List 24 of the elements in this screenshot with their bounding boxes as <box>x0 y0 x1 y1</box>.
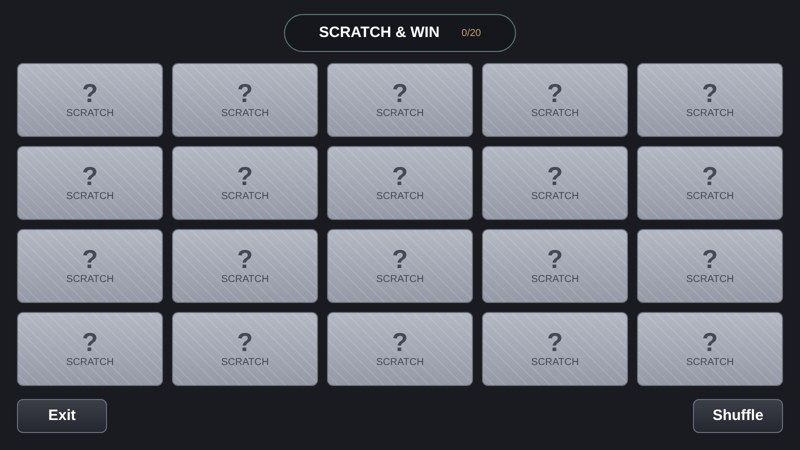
game-title: SCRATCH & WIN <box>318 22 440 43</box>
exit-button[interactable]: Exit <box>17 399 107 433</box>
scratch-card[interactable]: ? SCRATCH <box>637 229 783 303</box>
shuffle-button[interactable]: Shuffle <box>693 399 783 433</box>
scratch-card[interactable]: ? SCRATCH <box>327 312 473 386</box>
scratch-card[interactable]: ? SCRATCH <box>327 63 473 137</box>
scratch-card[interactable]: ? SCRATCH <box>17 63 163 137</box>
scratch-card[interactable]: ? SCRATCH <box>172 229 318 303</box>
scratch-card[interactable]: ? SCRATCH <box>17 229 163 303</box>
progress-counter: 0/20 <box>462 26 481 40</box>
scratch-card[interactable]: ? SCRATCH <box>637 146 783 220</box>
scratch-card[interactable]: ? SCRATCH <box>482 229 628 303</box>
scratch-card[interactable]: ? SCRATCH <box>327 229 473 303</box>
scratch-card[interactable]: ? SCRATCH <box>327 146 473 220</box>
scratch-card[interactable]: ? SCRATCH <box>172 146 318 220</box>
scratch-card[interactable]: ? SCRATCH <box>482 63 628 137</box>
scratch-card[interactable]: ? SCRATCH <box>172 63 318 137</box>
scratch-card[interactable]: ? SCRATCH <box>17 312 163 386</box>
scratch-card[interactable]: ? SCRATCH <box>172 312 318 386</box>
scratch-card[interactable]: ? SCRATCH <box>637 312 783 386</box>
scratch-card[interactable]: ? SCRATCH <box>482 146 628 220</box>
scratch-card[interactable]: ? SCRATCH <box>17 146 163 220</box>
scratch-card[interactable]: ? SCRATCH <box>637 63 783 137</box>
scratch-card[interactable]: ? SCRATCH <box>482 312 628 386</box>
